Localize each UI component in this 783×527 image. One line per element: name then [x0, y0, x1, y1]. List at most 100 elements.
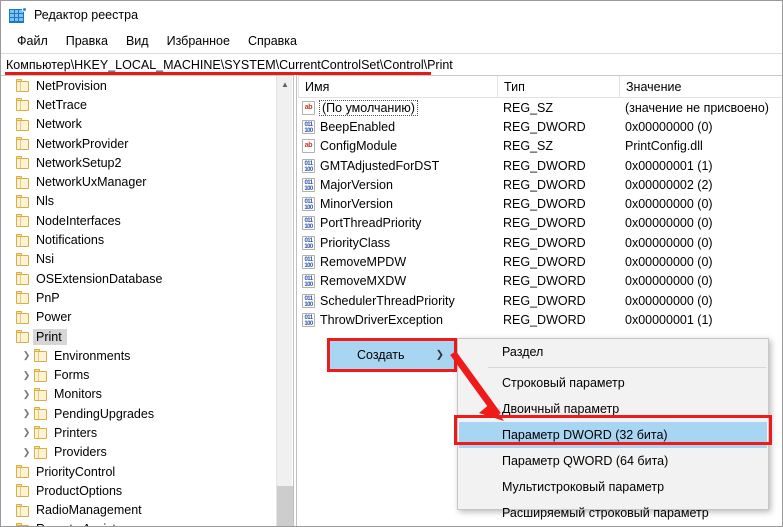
value-name-cell: 011 100 RemoveMXDW — [298, 274, 497, 289]
tree-item[interactable]: Notifications — [1, 230, 276, 249]
chevron-right-icon[interactable]: ❯ — [19, 447, 34, 457]
tree-item-label: NodeInterfaces — [36, 213, 121, 228]
value-row[interactable]: 011 100 RemoveMPDW REG_DWORD 0x00000000 (0) — [298, 252, 782, 271]
menu-item-view[interactable]: Вид — [117, 31, 158, 51]
folder-icon — [16, 291, 31, 305]
tree-item[interactable]: NodeInterfaces — [1, 211, 276, 230]
submenu-item[interactable]: Мультистроковый параметр — [458, 474, 768, 500]
menu-item-file[interactable]: Файл — [8, 31, 57, 51]
menu-item-favorites[interactable]: Избранное — [158, 31, 239, 51]
tree-item[interactable]: ❯ Providers — [1, 443, 276, 462]
tree-item[interactable]: NetworkProvider — [1, 134, 276, 153]
tree-item[interactable]: Print — [1, 327, 276, 346]
value-type-cell: REG_DWORD — [503, 274, 586, 289]
submenu-item[interactable]: Параметр QWORD (64 бита) — [458, 448, 768, 474]
value-row[interactable]: 011 100 MajorVersion REG_DWORD 0x00000002 (2… — [298, 175, 782, 194]
folder-icon — [34, 445, 49, 459]
tree-item[interactable]: ❯ PendingUpgrades — [1, 404, 276, 423]
tree-item[interactable]: NetProvision — [1, 76, 276, 95]
tree-item-label: NetworkUxManager — [36, 175, 147, 190]
tree-item[interactable]: ProductOptions — [1, 481, 276, 500]
value-name-label: BeepEnabled — [320, 119, 396, 134]
tree-item[interactable]: PriorityControl — [1, 462, 276, 481]
new-submenu[interactable]: Раздел Строковый параметр Двоичный парамет… — [457, 338, 769, 520]
value-name-cell: 011 100 MinorVersion — [298, 197, 497, 212]
tree-item[interactable]: Nsi — [1, 250, 276, 269]
chevron-right-icon[interactable]: ❯ — [19, 351, 34, 360]
submenu-item[interactable]: Параметр DWORD (32 бита) — [459, 422, 767, 448]
value-name-cell: ab (По умолчанию) — [298, 99, 497, 116]
submenu-item[interactable]: Расширяемый строковый параметр — [458, 500, 768, 526]
registry-tree-pane[interactable]: NetProvision NetTrace Network NetworkProvid… — [1, 75, 293, 526]
value-name-label: RemoveMPDW — [320, 255, 407, 270]
column-header-name[interactable]: Имя — [298, 76, 497, 97]
tree-item[interactable]: ❯ Environments — [1, 346, 276, 365]
tree-item-label: Remote Assistance — [36, 522, 149, 526]
tree-item[interactable]: Nls — [1, 192, 276, 211]
tree-item[interactable]: ❯ Forms — [1, 365, 276, 384]
value-row[interactable]: 011 100 PortThreadPriority REG_DWORD 0x00000… — [298, 214, 782, 233]
folder-icon — [34, 368, 49, 382]
value-type-cell: REG_DWORD — [503, 158, 586, 173]
column-header-value[interactable]: Значение — [619, 76, 782, 97]
window-title: Редактор реестра — [34, 8, 139, 22]
value-row[interactable]: ab (По умолчанию) REG_SZ (значение не присв… — [298, 98, 782, 117]
folder-icon — [34, 387, 49, 401]
tree-item[interactable]: NetworkUxManager — [1, 172, 276, 191]
dword-value-icon: 011 100 — [302, 119, 315, 134]
tree-scrollbar[interactable]: ▲ — [276, 76, 293, 526]
context-menu-new-label: Создать — [357, 348, 405, 362]
tree-item[interactable]: ❯ Printers — [1, 423, 276, 442]
value-data-cell: 0x00000000 (0) — [625, 216, 713, 231]
submenu-item[interactable]: Двоичный параметр — [458, 396, 768, 422]
value-row[interactable]: 011 100 GMTAdjustedForDST REG_DWORD 0x000000… — [298, 156, 782, 175]
tree-item-label: OSExtensionDatabase — [36, 271, 163, 286]
submenu-item[interactable]: Строковый параметр — [458, 370, 768, 396]
menu-item-edit[interactable]: Правка — [57, 31, 117, 51]
value-type-cell: REG_DWORD — [503, 235, 586, 250]
value-row[interactable]: 011 100 PriorityClass REG_DWORD 0x00000000 (… — [298, 233, 782, 252]
chevron-right-icon[interactable]: ❯ — [19, 409, 34, 418]
chevron-right-icon[interactable]: ❯ — [19, 389, 34, 399]
context-menu-item-new[interactable]: Создать ❯ — [330, 341, 454, 369]
value-name-label: PortThreadPriority — [320, 216, 422, 231]
submenu-item[interactable]: Раздел — [458, 339, 768, 365]
value-name-label: GMTAdjustedForDST — [320, 158, 440, 173]
folder-icon — [16, 214, 31, 228]
tree-item[interactable]: OSExtensionDatabase — [1, 269, 276, 288]
tree-item[interactable]: Remote Assistance — [1, 520, 276, 526]
pane-splitter[interactable] — [293, 75, 297, 526]
value-data-cell: 0x00000001 (1) — [625, 158, 713, 173]
registry-path: Компьютер\HKEY_LOCAL_MACHINE\SYSTEM\Curr… — [6, 57, 453, 72]
tree-item[interactable]: NetworkSetup2 — [1, 153, 276, 172]
tree-item-label: NetTrace — [36, 97, 87, 112]
value-type-cell: REG_SZ — [503, 100, 554, 115]
value-row[interactable]: 011 100 BeepEnabled REG_DWORD 0x00000000 (0) — [298, 117, 782, 136]
value-name-cell: 011 100 PortThreadPriority — [298, 216, 497, 231]
chevron-up-icon[interactable]: ▲ — [277, 76, 293, 93]
menu-item-help[interactable]: Справка — [239, 31, 306, 51]
tree-item[interactable]: NetTrace — [1, 95, 276, 114]
column-header-type[interactable]: Тип — [497, 76, 619, 97]
value-row[interactable]: 011 100 RemoveMXDW REG_DWORD 0x00000000 (0) — [298, 272, 782, 291]
tree-item[interactable]: ❯ Monitors — [1, 385, 276, 404]
value-type-cell: REG_SZ — [503, 139, 554, 154]
tree-item-label: Forms — [54, 368, 90, 383]
chevron-right-icon[interactable]: ❯ — [19, 370, 34, 380]
dword-value-icon: 011 100 — [302, 197, 315, 212]
tree-scrollbar-thumb[interactable] — [277, 486, 293, 526]
string-value-icon: ab — [302, 139, 315, 154]
value-name-cell: 011 100 PriorityClass — [298, 235, 497, 250]
folder-icon — [16, 137, 31, 151]
tree-item[interactable]: Network — [1, 115, 276, 134]
value-name-cell: 011 100 SchedulerThreadPriority — [298, 293, 497, 308]
tree-item[interactable]: RadioManagement — [1, 501, 276, 520]
value-row[interactable]: 011 100 SchedulerThreadPriority REG_DWORD 0x… — [298, 291, 782, 310]
chevron-right-icon[interactable]: ❯ — [19, 428, 34, 437]
value-row[interactable]: 011 100 MinorVersion REG_DWORD 0x00000000 (0… — [298, 194, 782, 213]
value-row[interactable]: ab ConfigModule REG_SZ PrintConfig.dll — [298, 137, 782, 156]
value-row[interactable]: 011 100 ThrowDriverException REG_DWORD 0x000… — [298, 310, 782, 329]
tree-item[interactable]: PnP — [1, 288, 276, 307]
tree-item[interactable]: Power — [1, 308, 276, 327]
dword-value-icon: 011 100 — [302, 274, 315, 289]
